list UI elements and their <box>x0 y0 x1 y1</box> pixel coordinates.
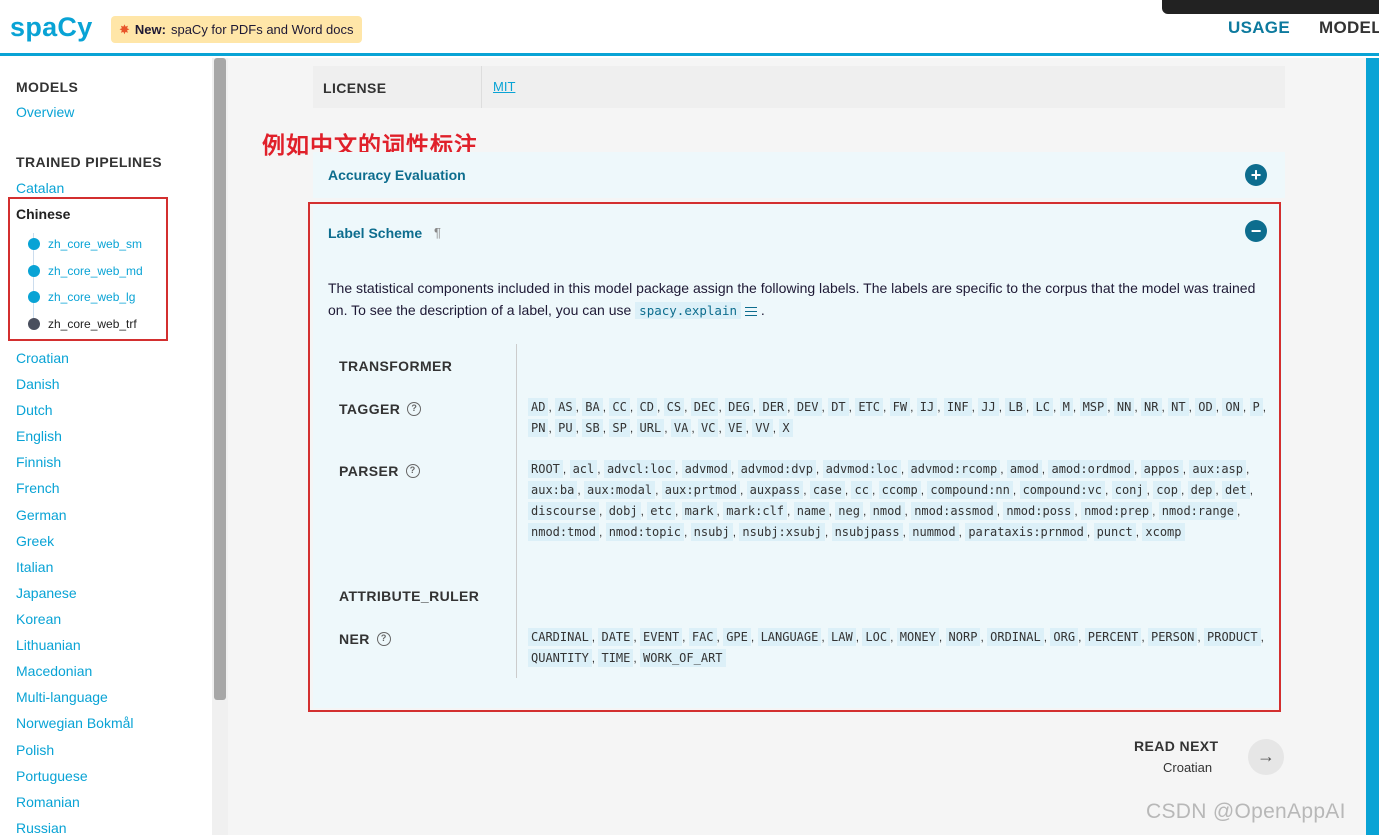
sidebar-item-overview[interactable]: Overview <box>16 104 74 120</box>
news-text: spaCy for PDFs and Word docs <box>170 22 354 37</box>
sidebar-item-language[interactable]: Greek <box>16 533 54 549</box>
sidebar-item-language[interactable]: Macedonian <box>16 663 92 679</box>
sidebar: MODELS Overview TRAINED PIPELINES Catala… <box>0 58 212 835</box>
read-next-target[interactable]: Croatian <box>1163 760 1212 775</box>
sidebar-item-language[interactable]: Polish <box>16 742 54 758</box>
sidebar-item-language[interactable]: Multi-language <box>16 689 108 705</box>
sidebar-item-language[interactable]: Finnish <box>16 454 61 470</box>
sidebar-item-catalan[interactable]: Catalan <box>16 180 64 196</box>
sidebar-item-language[interactable]: Japanese <box>16 585 77 601</box>
dark-popup-edge <box>1162 0 1379 14</box>
expand-plus-icon[interactable]: + <box>1245 164 1267 186</box>
arrow-right-icon[interactable]: → <box>1248 739 1284 775</box>
sidebar-item-language[interactable]: Croatian <box>16 350 69 366</box>
accuracy-title[interactable]: Accuracy Evaluation <box>328 167 466 183</box>
sidebar-item-language[interactable]: Russian <box>16 820 67 835</box>
read-next-label: READ NEXT <box>1134 738 1219 754</box>
sidebar-heading-models: MODELS <box>16 79 79 95</box>
sidebar-item-language[interactable]: Norwegian Bokmål <box>16 715 134 731</box>
burst-icon: ✸ <box>119 22 130 37</box>
sidebar-item-language[interactable]: German <box>16 507 67 523</box>
sidebar-scrollbar-thumb[interactable] <box>214 58 226 700</box>
nav-usage-link[interactable]: USAGE <box>1228 18 1290 38</box>
sidebar-item-language[interactable]: Lithuanian <box>16 637 81 653</box>
sidebar-item-language[interactable]: English <box>16 428 62 444</box>
sidebar-item-language[interactable]: Italian <box>16 559 53 575</box>
accuracy-accordion[interactable]: Accuracy Evaluation + <box>313 152 1285 198</box>
spacy-logo[interactable]: spaCy <box>10 12 93 43</box>
license-link[interactable]: MIT <box>493 79 515 94</box>
sidebar-heading-pipelines: TRAINED PIPELINES <box>16 154 163 170</box>
watermark: CSDN @OpenAppAI <box>1146 800 1346 823</box>
top-header: spaCy ✸ New: spaCy for PDFs and Word doc… <box>0 0 1379 56</box>
news-banner[interactable]: ✸ New: spaCy for PDFs and Word docs <box>111 16 362 43</box>
sidebar-highlight-box <box>8 197 168 341</box>
license-key: LICENSE <box>323 80 387 96</box>
sidebar-item-language[interactable]: Dutch <box>16 402 53 418</box>
sidebar-item-language[interactable]: Danish <box>16 376 60 392</box>
license-row: LICENSE MIT <box>313 66 1285 108</box>
news-bold: New: <box>134 22 166 37</box>
sidebar-item-language[interactable]: Korean <box>16 611 61 627</box>
license-divider <box>481 66 482 108</box>
app-root: { "header": { "logo": "spaCy", "news_bol… <box>0 0 1379 835</box>
sidebar-item-language[interactable]: Romanian <box>16 794 80 810</box>
right-accent-strip <box>1366 58 1379 835</box>
label-scheme-highlight-box <box>308 202 1281 712</box>
sidebar-item-language[interactable]: French <box>16 480 60 496</box>
nav-models-link[interactable]: MODELS <box>1319 18 1379 38</box>
sidebar-item-language[interactable]: Portuguese <box>16 768 88 784</box>
